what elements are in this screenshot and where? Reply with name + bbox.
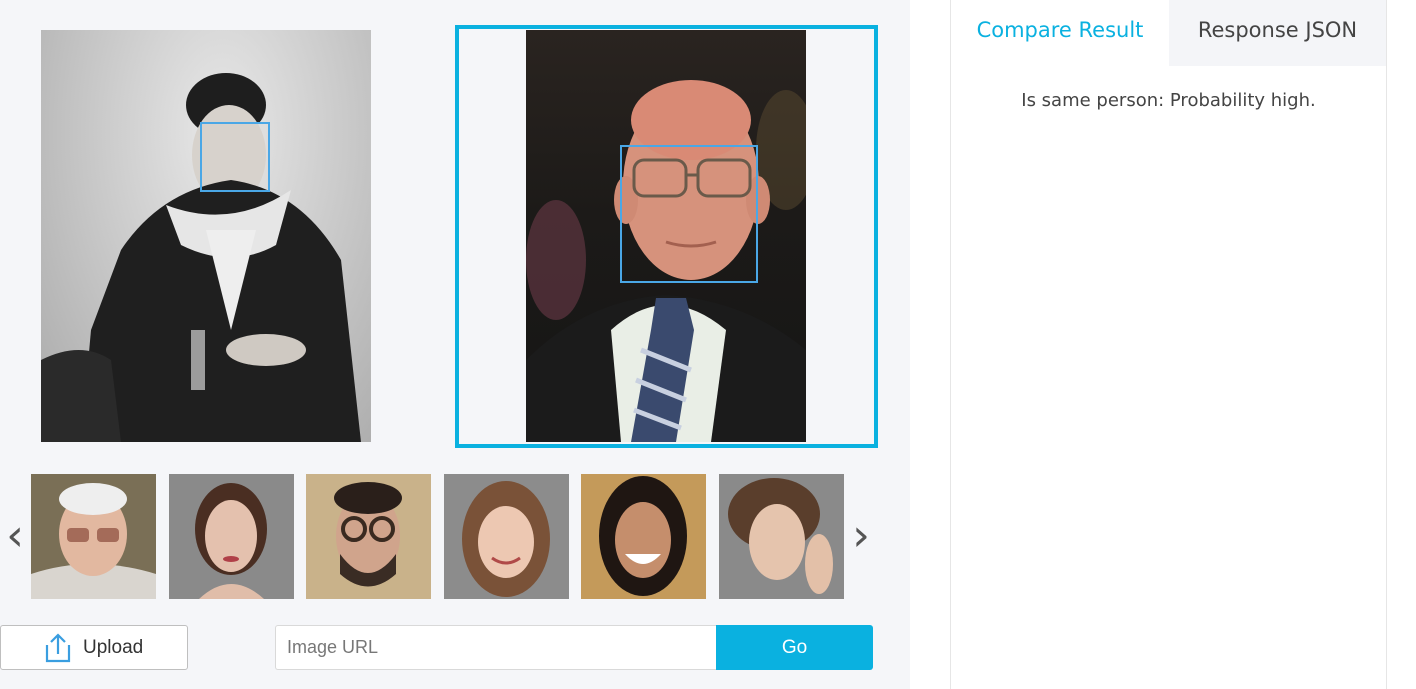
- thumbnail-elderly-man[interactable]: [31, 474, 156, 599]
- image-url-input[interactable]: [275, 625, 717, 670]
- thumbnail-image: [581, 474, 706, 599]
- thumbnail-woman-hand-face[interactable]: [719, 474, 844, 599]
- thumbnail-woman-dark-hair[interactable]: [169, 474, 294, 599]
- chevron-right-icon: ›: [852, 510, 870, 561]
- face-detection-box: [620, 145, 758, 283]
- upload-label: Upload: [83, 637, 144, 658]
- tab-response-json[interactable]: Response JSON: [1169, 0, 1386, 66]
- thumbnail-image: [444, 474, 569, 599]
- thumbnail-image: [306, 474, 431, 599]
- face-detection-box: [200, 122, 270, 192]
- upload-icon: [45, 633, 71, 663]
- result-pane-right-border: [1386, 0, 1387, 689]
- sailor-portrait-image: [41, 73, 361, 442]
- compare-result-text: Is same person: Probability high.: [1021, 90, 1316, 111]
- thumbnail-image: [169, 474, 294, 599]
- go-button[interactable]: Go: [716, 625, 873, 670]
- thumbnail-image: [31, 474, 156, 599]
- tab-compare-result[interactable]: Compare Result: [951, 0, 1169, 66]
- left-face-photo[interactable]: [41, 30, 371, 442]
- upload-button[interactable]: Upload: [0, 625, 188, 670]
- thumbnail-girl-smiling[interactable]: [444, 474, 569, 599]
- thumbnail-woman-laughing[interactable]: [581, 474, 706, 599]
- carousel-next-button[interactable]: ›: [846, 510, 876, 562]
- right-face-photo[interactable]: [526, 30, 806, 442]
- chevron-left-icon: ‹: [6, 510, 24, 561]
- thumbnail-man-glasses[interactable]: [306, 474, 431, 599]
- thumbnail-image: [719, 474, 844, 599]
- carousel-prev-button[interactable]: ‹: [0, 510, 30, 562]
